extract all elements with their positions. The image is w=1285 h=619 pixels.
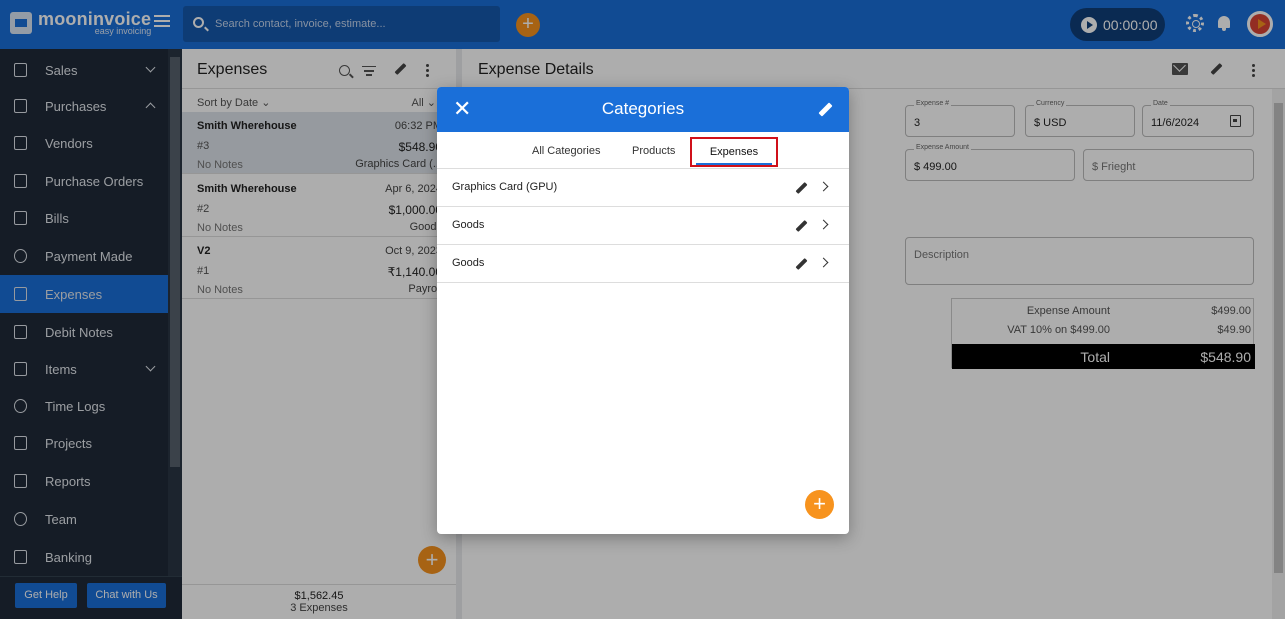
modal-header: ✕ Categories bbox=[437, 87, 849, 132]
modal-title: Categories bbox=[601, 99, 685, 118]
add-category-button[interactable]: + bbox=[805, 490, 834, 519]
categories-modal: ✕ Categories All Categories Products Exp… bbox=[437, 87, 849, 534]
chevron-right-icon[interactable] bbox=[818, 257, 829, 268]
category-row[interactable]: Graphics Card (GPU) bbox=[437, 169, 849, 207]
edit-icon[interactable] bbox=[795, 219, 808, 233]
category-tabs: All Categories Products bbox=[437, 132, 849, 169]
chevron-right-icon[interactable] bbox=[818, 219, 829, 230]
chevron-right-icon[interactable] bbox=[818, 181, 829, 192]
tab-all-categories[interactable]: All Categories bbox=[532, 145, 600, 157]
edit-icon[interactable] bbox=[795, 181, 808, 195]
active-tab-indicator bbox=[696, 163, 772, 165]
category-row[interactable]: Goods bbox=[437, 207, 849, 245]
tab-expenses[interactable]: Expenses bbox=[690, 137, 778, 167]
tab-products[interactable]: Products bbox=[632, 145, 675, 157]
category-row[interactable]: Goods bbox=[437, 245, 849, 283]
edit-icon[interactable] bbox=[795, 257, 808, 271]
